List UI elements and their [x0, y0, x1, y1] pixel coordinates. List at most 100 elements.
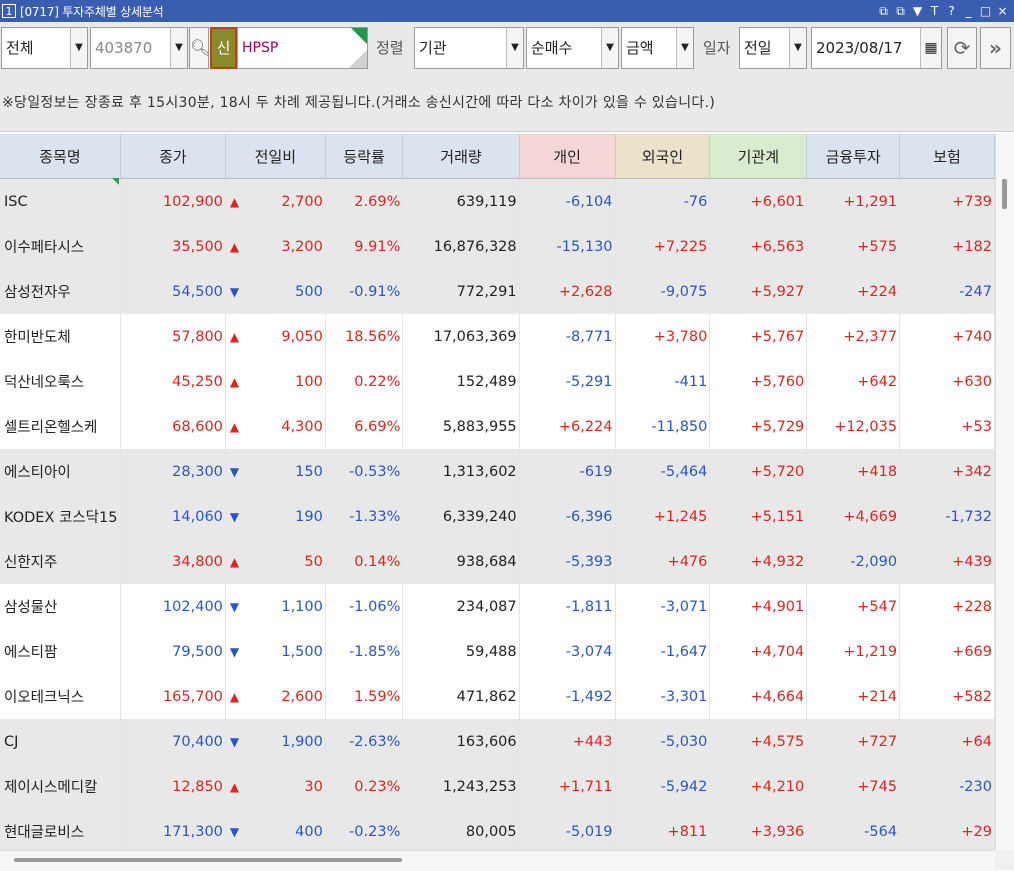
stock-code-value: 403870: [95, 39, 153, 57]
scroll-thumb[interactable]: [14, 858, 402, 862]
cell-volume: 772,291: [402, 269, 520, 314]
header-foreign[interactable]: 외국인: [615, 134, 711, 179]
unit-select[interactable]: 금액 ▼: [621, 27, 694, 69]
up-arrow-icon: ▲: [229, 419, 240, 434]
chevron-down-icon[interactable]: ▼: [676, 28, 693, 68]
table-row[interactable]: ISC 102,900 ▲ 2,700 2.69% 639,119 -6,104 -76 +6,…: [0, 178, 995, 224]
cell-volume: 5,883,955: [402, 404, 520, 449]
calendar-icon[interactable]: ▦: [920, 28, 941, 68]
help-icon[interactable]: ?: [944, 4, 959, 19]
header-change[interactable]: 전일비: [225, 134, 326, 179]
market-select[interactable]: 전체 ▼: [1, 27, 88, 69]
sort-select[interactable]: 기관 ▼: [414, 27, 524, 69]
refresh-icon[interactable]: ⟳: [947, 27, 977, 69]
cell-foreign: -3,071: [615, 584, 711, 629]
cell-foreign: -76: [615, 178, 711, 224]
cell-financial-investment: +727: [806, 719, 901, 764]
chevron-down-icon[interactable]: ▼: [601, 28, 618, 68]
cell-change-rate: 0.14%: [325, 539, 404, 584]
chevron-down-icon[interactable]: ▼: [70, 28, 87, 68]
cell-close-price: 165,700: [120, 674, 226, 719]
horizontal-scrollbar[interactable]: [0, 850, 995, 871]
sort-select-value: 기관: [419, 39, 447, 57]
cell-insurance: -247: [899, 269, 995, 314]
table-row[interactable]: 덕산네오룩스 45,250 ▲ 100 0.22% 152,489 -5,291 -411 +5…: [0, 359, 995, 404]
header-financial-investment[interactable]: 금융투자: [806, 134, 901, 179]
cell-individual: +6,224: [519, 404, 616, 449]
cell-change-rate: -1.85%: [325, 629, 404, 674]
cell-financial-investment: +4,669: [806, 494, 901, 539]
change-value: 150: [295, 463, 323, 480]
down-arrow-icon: ▼: [229, 824, 240, 839]
table-row[interactable]: 이수페타시스 35,500 ▲ 3,200 9.91% 16,876,328 -15,130…: [0, 224, 995, 269]
table-row[interactable]: 신한지주 34,800 ▲ 50 0.14% 938,684 -5,393 +476 +4,93…: [0, 539, 995, 584]
scroll-thumb[interactable]: [1002, 179, 1007, 209]
cell-stock-name: 에스티팜: [0, 629, 121, 674]
down-arrow-icon: ▼: [229, 734, 240, 749]
date-input[interactable]: 2023/08/17 ▦: [811, 27, 942, 69]
header-change-rate[interactable]: 등락률: [325, 134, 404, 179]
up-arrow-icon: ▲: [229, 329, 240, 344]
table-row[interactable]: 삼성전자우 54,500 ▼ 500 -0.91% 772,291 +2,628 -9,075…: [0, 269, 995, 314]
up-arrow-icon: ▲: [229, 554, 240, 569]
cell-stock-name: ISC: [0, 178, 121, 224]
cell-change: ▲ 9,050: [225, 314, 326, 359]
cell-insurance: +64: [899, 719, 995, 764]
table-row[interactable]: 에스티아이 28,300 ▼ 150 -0.53% 1,313,602 -619 -5,464…: [0, 449, 995, 494]
next-icon[interactable]: »: [980, 27, 1011, 69]
table-row[interactable]: 삼성물산 102,400 ▼ 1,100 -1.06% 234,087 -1,811 -3,0…: [0, 584, 995, 629]
font-icon[interactable]: T: [927, 4, 942, 19]
quantity-type-select[interactable]: 순매수 ▼: [526, 27, 619, 69]
table-row[interactable]: 에스티팜 79,500 ▼ 1,500 -1.85% 59,488 -3,074 -1,647…: [0, 629, 995, 674]
table-row[interactable]: 셀트리온헬스케 68,600 ▲ 4,300 6.69% 5,883,955 +6,224-…: [0, 404, 995, 449]
table-row[interactable]: 현대글로비스 171,300 ▼ 400 -0.23% 80,005 -5,019 +811 +…: [0, 809, 995, 854]
header-volume[interactable]: 거래량: [402, 134, 520, 179]
table-row[interactable]: 제이시스메디칼 12,850 ▲ 30 0.23% 1,243,253 +1,711 -5,9…: [0, 764, 995, 809]
cell-change: ▲ 30: [225, 764, 326, 809]
table-row[interactable]: KODEX 코스닥15 14,060 ▼ 190 -1.33% 6,339,240 -6,3…: [0, 494, 995, 539]
header-stock-name[interactable]: 종목명: [0, 134, 121, 179]
down-arrow-icon: ▼: [229, 284, 240, 299]
cell-change: ▲ 100: [225, 359, 326, 404]
maximize-icon[interactable]: □: [978, 4, 993, 19]
cell-change-rate: 9.91%: [325, 224, 404, 269]
new-stock-badge[interactable]: 신: [210, 27, 237, 69]
stock-code-input[interactable]: 403870 ▼: [90, 27, 188, 69]
cell-insurance: -230: [899, 764, 995, 809]
change-value: 1,500: [281, 643, 323, 660]
investor-table: 종목명 종가 전일비 등락률 거래량 개인 외국인 기관계 금융투자 보험 IS…: [0, 134, 995, 854]
header-close-price[interactable]: 종가: [120, 134, 226, 179]
chevron-down-icon[interactable]: ▼: [170, 28, 187, 68]
cell-change: ▲ 2,600: [225, 674, 326, 719]
minimize-icon[interactable]: _: [961, 4, 976, 19]
header-insurance[interactable]: 보험: [899, 134, 995, 179]
table-row[interactable]: 한미반도체 57,800 ▲ 9,050 18.56% 17,063,369 -8,771 +…: [0, 314, 995, 359]
title-bar: 1 [0717] 투자주체별 상세분석 ⧉ ⧉ ▼ T ? _ □ ×: [0, 0, 1014, 22]
search-icon[interactable]: 🔍︎: [189, 27, 210, 69]
copy-window-icon[interactable]: ⧉: [893, 4, 908, 19]
cell-individual: -5,291: [519, 359, 616, 404]
link-icon[interactable]: ⧉: [876, 4, 891, 19]
cell-individual: +1,711: [519, 764, 616, 809]
stock-name-field[interactable]: HPSP: [237, 27, 368, 69]
cell-individual: -15,130: [519, 224, 616, 269]
chevron-down-icon[interactable]: ▼: [506, 28, 523, 68]
up-arrow-icon: ▲: [229, 374, 240, 389]
pin-icon[interactable]: ▼: [910, 4, 925, 19]
date-mode-select[interactable]: 전일 ▼: [739, 27, 807, 69]
table-row[interactable]: 이오테크닉스 165,700 ▲ 2,600 1.59% 471,862 -1,492 -3,…: [0, 674, 995, 719]
header-individual[interactable]: 개인: [519, 134, 616, 179]
cell-close-price: 102,400: [120, 584, 226, 629]
header-institution[interactable]: 기관계: [709, 134, 808, 179]
up-arrow-icon: ▲: [229, 779, 240, 794]
close-icon[interactable]: ×: [995, 4, 1010, 19]
cell-change: ▼ 500: [225, 269, 326, 314]
change-value: 1,100: [281, 598, 323, 615]
cell-individual: -5,393: [519, 539, 616, 584]
cell-insurance: +739: [899, 178, 995, 224]
cell-volume: 59,488: [402, 629, 520, 674]
vertical-scrollbar[interactable]: [995, 134, 1014, 850]
table-row[interactable]: CJ 70,400 ▼ 1,900 -2.63% 163,606 +443 -5,030 +4,…: [0, 719, 995, 764]
down-arrow-icon: ▼: [229, 599, 240, 614]
chevron-down-icon[interactable]: ▼: [789, 28, 806, 68]
